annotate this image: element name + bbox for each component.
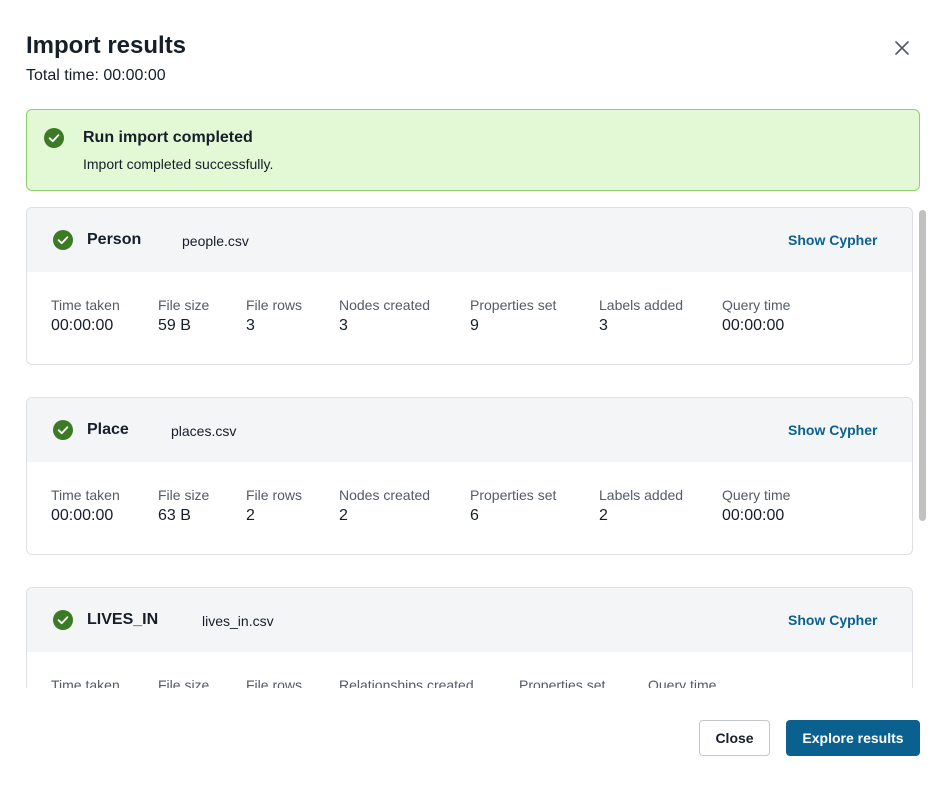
file-name: places.csv (171, 423, 237, 439)
stat-label: File size (158, 487, 210, 503)
stat-value: 6 (470, 507, 479, 524)
entity-name: Place (87, 421, 129, 438)
stat-label: Labels added (599, 297, 684, 313)
stat-query-time: Query time 00:00:00 (722, 297, 790, 335)
stat-nodes-created: Nodes created 3 (339, 297, 430, 335)
stat-label: File rows (246, 677, 303, 688)
stat-label: File size (158, 677, 210, 688)
stat-query-time: Query time 00:00:00 (722, 487, 790, 525)
stat-label: Properties set (470, 297, 557, 313)
stat-value: 3 (246, 317, 255, 334)
stat-value: 00:00:00 (722, 317, 785, 334)
stat-label: Query time (722, 487, 791, 503)
stat-label: Query time (722, 297, 791, 313)
stat-properties-set: Properties set 6 (470, 487, 556, 525)
check-circle-icon (53, 230, 73, 255)
close-button[interactable]: Close (699, 720, 770, 756)
result-card-header: Person people.csv Show Cypher (27, 208, 912, 272)
stat-file-rows: File rows (246, 677, 302, 688)
total-time: Total time: 00:00:00 (26, 67, 166, 84)
stat-properties-set: Properties set 9 (470, 297, 556, 335)
stat-value: 2 (339, 507, 348, 524)
stat-value: 63 B (158, 507, 191, 524)
show-cypher-button[interactable]: Show Cypher (788, 612, 877, 628)
stat-query-time: Query time (648, 677, 716, 688)
stat-labels-added: Labels added 2 (599, 487, 683, 525)
stat-file-size: File size 63 B (158, 487, 209, 525)
stat-value: 2 (246, 507, 255, 524)
dialog-title: Import results (26, 32, 187, 59)
stat-file-size: File size 59 B (158, 297, 209, 335)
stat-file-rows: File rows 2 (246, 487, 302, 525)
close-icon[interactable] (890, 36, 914, 60)
stat-value: 9 (470, 317, 479, 334)
close-icon-glyph (895, 41, 909, 55)
result-card-header: LIVES_IN lives_in.csv Show Cypher (27, 588, 912, 652)
result-card-lives-in: LIVES_IN lives_in.csv Show Cypher Time t… (26, 587, 913, 688)
check-circle-icon (53, 420, 73, 445)
stat-label: File size (158, 297, 210, 313)
stat-labels-added: Labels added 3 (599, 297, 683, 335)
show-cypher-button[interactable]: Show Cypher (788, 422, 877, 438)
show-cypher-button[interactable]: Show Cypher (788, 232, 877, 248)
stat-label: Nodes created (339, 487, 431, 503)
explore-results-button[interactable]: Explore results (786, 720, 920, 756)
stat-nodes-created: Nodes created 2 (339, 487, 430, 525)
result-card-header: Place places.csv Show Cypher (27, 398, 912, 462)
success-banner: Run import completed Import completed su… (26, 109, 920, 191)
scrollbar-thumb[interactable] (919, 210, 926, 521)
stat-label: Query time (648, 677, 717, 688)
stat-value: 00:00:00 (51, 317, 114, 334)
results-list[interactable]: Person people.csv Show Cypher Time taken… (26, 207, 930, 688)
stat-relationships-created: Relationships created (339, 677, 474, 688)
stat-label: Relationships created (339, 677, 474, 688)
result-card-person: Person people.csv Show Cypher Time taken… (26, 207, 913, 365)
stat-value: 3 (599, 317, 608, 334)
stat-properties-set: Properties set (519, 677, 605, 688)
stat-label: File rows (246, 297, 303, 313)
banner-message: Import completed successfully. (83, 156, 274, 172)
banner-title: Run import completed (83, 129, 253, 146)
stat-label: Time taken (51, 487, 120, 503)
check-circle-icon (44, 128, 64, 153)
stat-value: 2 (599, 507, 608, 524)
file-name: people.csv (182, 233, 249, 249)
stat-label: Properties set (470, 487, 557, 503)
stat-label: Labels added (599, 487, 684, 503)
stat-time-taken: Time taken 00:00:00 (51, 487, 120, 525)
result-card-place: Place places.csv Show Cypher Time taken … (26, 397, 913, 555)
stat-time-taken: Time taken (51, 677, 120, 688)
stat-label: File rows (246, 487, 303, 503)
stat-file-rows: File rows 3 (246, 297, 302, 335)
stat-label: Time taken (51, 677, 120, 688)
stat-file-size: File size (158, 677, 209, 688)
import-results-dialog: Import results Total time: 00:00:00 Run … (0, 0, 951, 786)
dialog-footer: Close Explore results (0, 688, 951, 786)
stat-value: 3 (339, 317, 348, 334)
stat-value: 00:00:00 (51, 507, 114, 524)
stat-value: 59 B (158, 317, 191, 334)
stat-value: 00:00:00 (722, 507, 785, 524)
stat-label: Nodes created (339, 297, 431, 313)
stat-label: Time taken (51, 297, 120, 313)
check-circle-icon (53, 610, 73, 635)
entity-name: Person (87, 231, 142, 248)
stat-time-taken: Time taken 00:00:00 (51, 297, 120, 335)
entity-name: LIVES_IN (87, 611, 159, 628)
file-name: lives_in.csv (202, 613, 274, 629)
stat-label: Properties set (519, 677, 606, 688)
